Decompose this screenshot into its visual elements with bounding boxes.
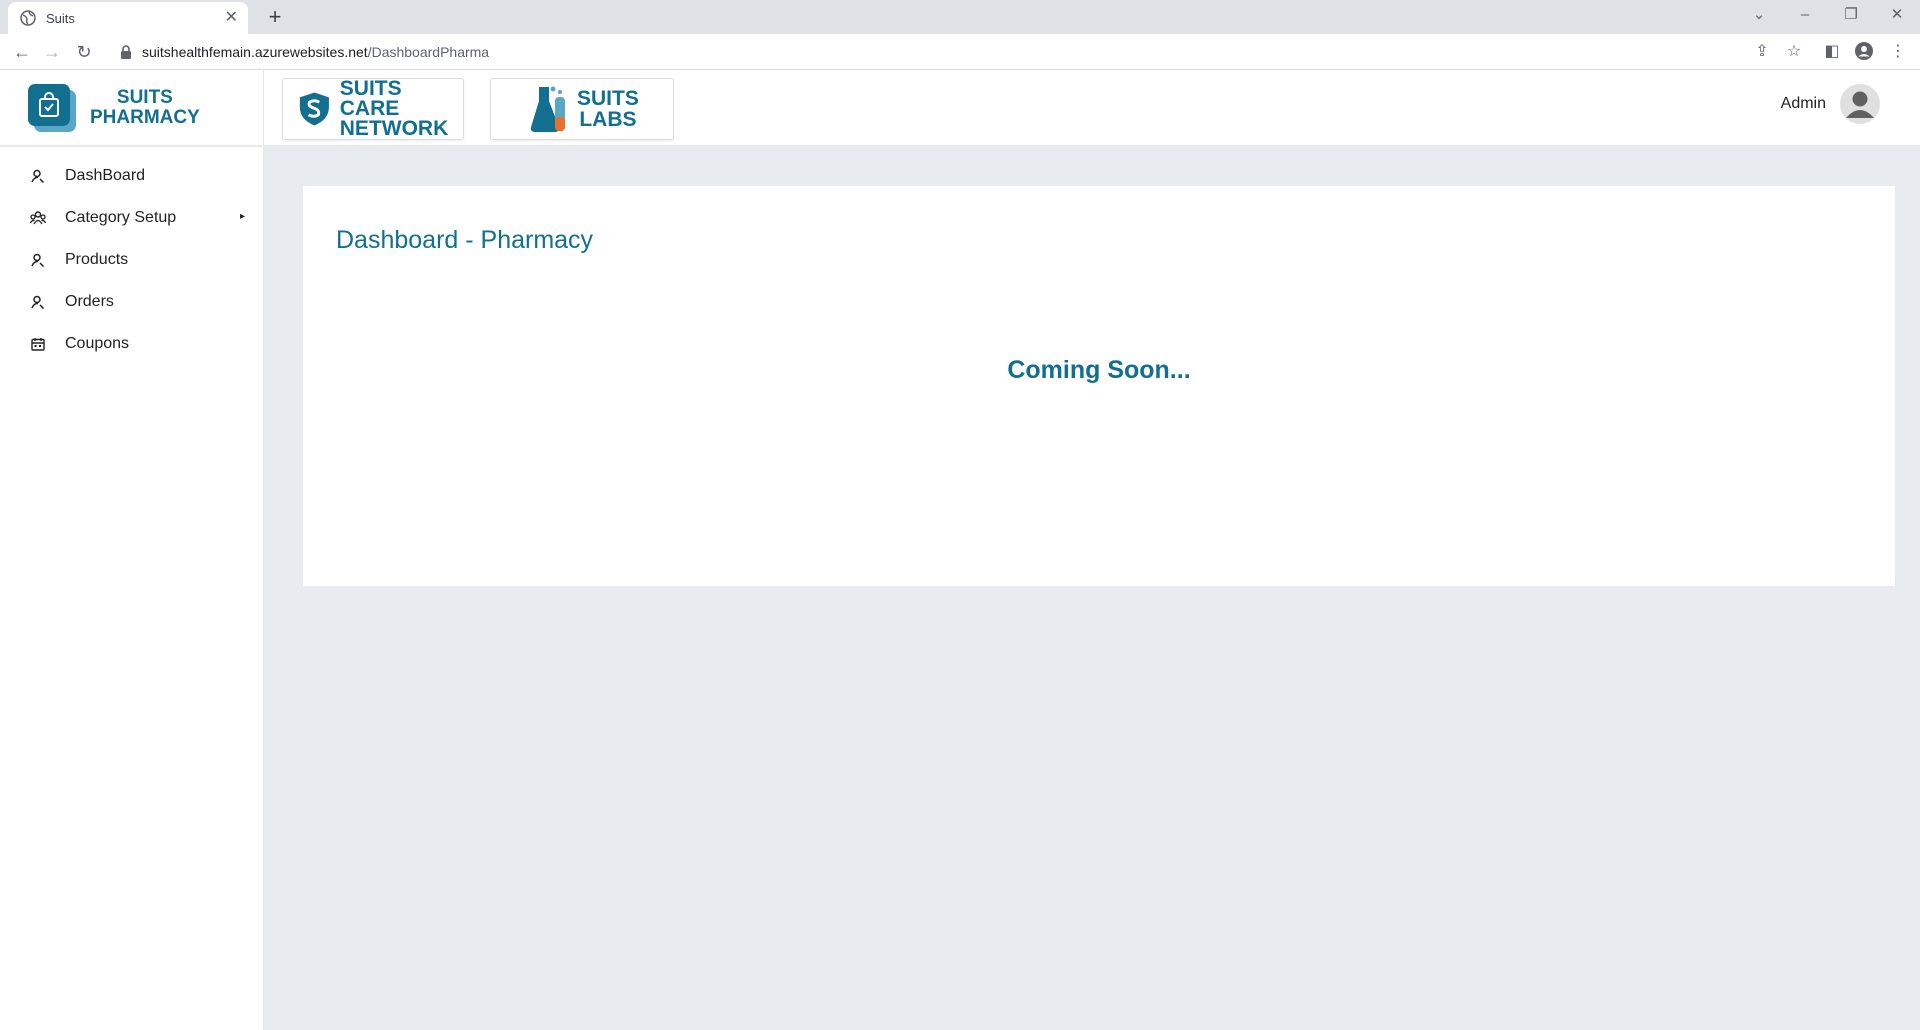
sidebar-item-label: Coupons bbox=[65, 335, 130, 352]
browser-toolbar: ← → ↻ suitshealthfemain.azurewebsites.ne… bbox=[0, 34, 1920, 70]
reload-icon[interactable]: ↻ bbox=[72, 40, 96, 64]
forward-arrow-icon[interactable]: → bbox=[40, 40, 64, 64]
flask-icon bbox=[530, 86, 565, 132]
share-icon[interactable]: ⇪ bbox=[1752, 42, 1772, 62]
page-title: Dashboard - Pharmacy bbox=[336, 226, 594, 254]
user-name: Admin bbox=[1780, 95, 1826, 112]
suits-labs-text: SUITS LABS bbox=[577, 87, 639, 131]
url-host: suitshealthfemain.azurewebsites.net bbox=[142, 44, 368, 60]
sidebar-item-label: DashBoard bbox=[65, 167, 146, 184]
back-arrow-icon[interactable]: ← bbox=[10, 40, 34, 64]
sidebar-item-orders[interactable]: Orders bbox=[0, 281, 263, 323]
close-window-icon[interactable]: ✕ bbox=[1874, 0, 1920, 30]
person-icon bbox=[30, 252, 46, 268]
suits-care-network-logo[interactable]: SUITS CARE NETWORK bbox=[282, 78, 464, 140]
address-bar[interactable]: suitshealthfemain.azurewebsites.net/Dash… bbox=[106, 38, 1786, 66]
side-panel-icon[interactable]: ◧ bbox=[1822, 42, 1842, 62]
app: SUITS PHARMACY SUITS CARE NETWORK SUITS … bbox=[0, 70, 1920, 1030]
new-tab-button[interactable]: + bbox=[262, 4, 288, 30]
sidebar-item-label: Category Setup bbox=[65, 209, 177, 226]
lock-icon bbox=[121, 45, 131, 59]
brand-name: SUITS PHARMACY bbox=[90, 87, 200, 128]
shield-icon bbox=[299, 92, 329, 126]
sidebar-item-coupons[interactable]: Coupons bbox=[0, 323, 263, 365]
group-icon bbox=[30, 210, 46, 226]
browser-tabstrip: Suits ✕ + ⌄ – ❐ ✕ bbox=[0, 0, 1920, 34]
app-header: SUITS PHARMACY SUITS CARE NETWORK SUITS … bbox=[0, 70, 1920, 146]
tab-list-icon[interactable]: ⌄ bbox=[1736, 0, 1782, 30]
tab-close-icon[interactable]: ✕ bbox=[225, 10, 238, 26]
chevron-right-icon[interactable]: ▸ bbox=[240, 211, 245, 222]
minimize-icon[interactable]: – bbox=[1782, 0, 1828, 30]
profile-icon[interactable] bbox=[1854, 42, 1874, 62]
sidebar-item-label: Orders bbox=[65, 293, 114, 310]
avatar-icon[interactable] bbox=[1840, 84, 1880, 124]
person-icon bbox=[30, 168, 46, 184]
suits-labs-logo[interactable]: SUITS LABS bbox=[490, 78, 674, 140]
browser-tab[interactable]: Suits ✕ bbox=[8, 2, 248, 34]
user-menu[interactable]: Admin bbox=[1781, 84, 1880, 124]
sidebar-item-label: Products bbox=[65, 251, 129, 268]
dashboard-card: Dashboard - Pharmacy Coming Soon... bbox=[303, 186, 1895, 586]
sidebar-item-category-setup[interactable]: Category Setup ▸ bbox=[0, 197, 263, 239]
sidebar-item-dashboard[interactable]: DashBoard bbox=[0, 155, 263, 197]
shopping-bag-icon bbox=[28, 84, 76, 132]
sidebar: DashBoard Category Setup ▸ Products Orde… bbox=[0, 147, 264, 1030]
calendar-icon bbox=[30, 336, 46, 352]
suits-care-network-text: SUITS CARE NETWORK bbox=[339, 77, 449, 140]
restore-icon[interactable]: ❐ bbox=[1828, 0, 1874, 30]
url-path: /DashboardPharma bbox=[367, 44, 490, 60]
star-icon[interactable]: ☆ bbox=[1784, 42, 1804, 62]
brand-logo[interactable]: SUITS PHARMACY bbox=[0, 70, 264, 146]
kebab-menu-icon[interactable]: ⋮ bbox=[1888, 42, 1908, 62]
coming-soon-message: Coming Soon... bbox=[1007, 356, 1191, 384]
person-icon bbox=[30, 294, 46, 310]
tab-title: Suits bbox=[46, 10, 75, 26]
globe-icon bbox=[20, 10, 36, 26]
sidebar-item-products[interactable]: Products bbox=[0, 239, 263, 281]
